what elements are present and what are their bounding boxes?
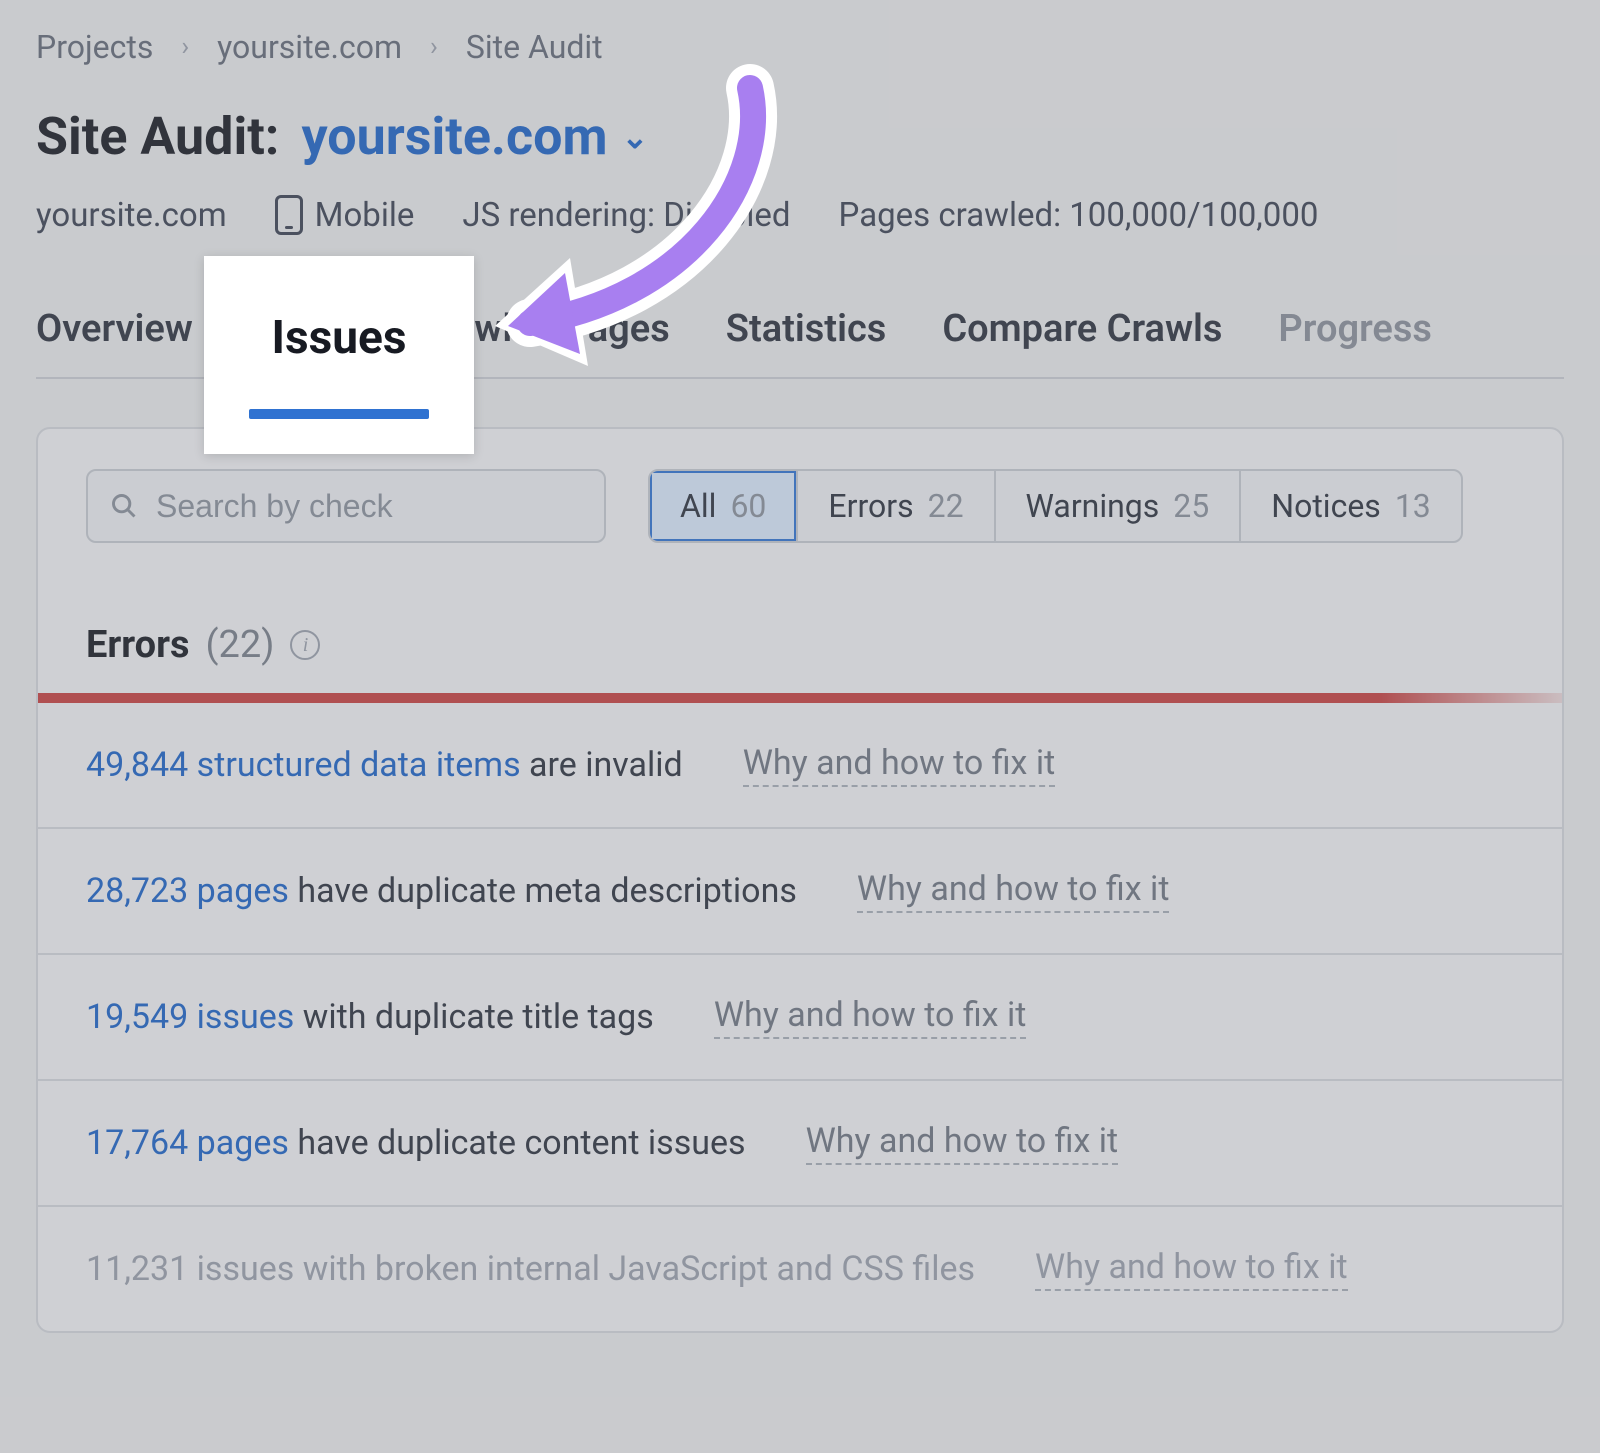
mobile-icon — [275, 195, 303, 235]
page-title: Site Audit: — [36, 106, 279, 167]
highlight-label: Issues — [272, 311, 407, 365]
meta-pages-crawled: Pages crawled: 100,000/100,000 — [839, 196, 1319, 235]
breadcrumb: Projects › yoursite.com › Site Audit — [36, 28, 1564, 66]
issue-link[interactable]: 11,231 issues — [86, 1249, 294, 1289]
filter-all-label: All — [680, 487, 716, 525]
filter-notices-count: 13 — [1395, 487, 1431, 525]
filter-segment: All 60 Errors 22 Warnings 25 Notices 13 — [648, 469, 1463, 543]
search-icon — [110, 492, 138, 520]
filter-errors-label: Errors — [828, 487, 913, 525]
tab-compare-crawls[interactable]: Compare Crawls — [942, 307, 1222, 351]
filter-warnings-count: 25 — [1173, 487, 1209, 525]
issue-link[interactable]: 28,723 pages — [86, 871, 289, 911]
chevron-right-icon: › — [430, 32, 438, 62]
breadcrumb-item[interactable]: yoursite.com — [217, 28, 402, 66]
issue-row: 49,844 structured data items are invalid… — [38, 703, 1562, 829]
errors-section-title: Errors — [86, 623, 190, 667]
annotation-arrow — [440, 58, 800, 388]
chevron-right-icon: › — [181, 32, 189, 62]
breadcrumb-item[interactable]: Projects — [36, 28, 153, 66]
fix-link[interactable]: Why and how to fix it — [806, 1121, 1119, 1165]
tab-progress[interactable]: Progress — [1278, 307, 1432, 351]
filter-all-count: 60 — [730, 487, 766, 525]
filter-all[interactable]: All 60 — [650, 471, 798, 541]
issue-link[interactable]: 17,764 pages — [86, 1123, 289, 1163]
issue-rest: have duplicate content issues — [289, 1123, 746, 1163]
issue-text: 11,231 issues with broken internal JavaS… — [86, 1249, 975, 1289]
search-input[interactable] — [156, 488, 582, 525]
issue-rest: with broken internal JavaScript and CSS … — [294, 1249, 975, 1289]
errors-accent-bar — [38, 693, 1562, 703]
filter-errors[interactable]: Errors 22 — [798, 471, 995, 541]
fix-link[interactable]: Why and how to fix it — [743, 743, 1056, 787]
tab-overview[interactable]: Overview — [36, 307, 193, 351]
errors-section-header: Errors (22) i — [38, 583, 1562, 693]
filter-notices[interactable]: Notices 13 — [1241, 471, 1461, 541]
meta-device-label: Mobile — [315, 196, 415, 235]
filter-warnings-label: Warnings — [1026, 487, 1160, 525]
meta-row: yoursite.com Mobile JS rendering: Disabl… — [36, 195, 1564, 235]
errors-section-count: (22) — [206, 623, 275, 667]
issue-rest: with duplicate title tags — [294, 997, 653, 1037]
page-title-row: Site Audit: yoursite.com ⌄ — [36, 106, 1564, 167]
issue-text: 19,549 issues with duplicate title tags — [86, 997, 654, 1037]
issue-link[interactable]: 49,844 structured data items — [86, 745, 521, 785]
filter-notices-label: Notices — [1271, 487, 1381, 525]
filter-errors-count: 22 — [928, 487, 964, 525]
issue-text: 28,723 pages have duplicate meta descrip… — [86, 871, 797, 911]
filter-warnings[interactable]: Warnings 25 — [996, 471, 1242, 541]
issue-row: 11,231 issues with broken internal JavaS… — [38, 1207, 1562, 1331]
issue-rest: have duplicate meta descriptions — [289, 871, 797, 911]
meta-device: Mobile — [275, 195, 415, 235]
highlight-issues-tab[interactable]: Issues — [204, 256, 474, 454]
fix-link[interactable]: Why and how to fix it — [1035, 1247, 1348, 1291]
issue-row: 19,549 issues with duplicate title tags … — [38, 955, 1562, 1081]
issue-link[interactable]: 19,549 issues — [86, 997, 294, 1037]
fix-link[interactable]: Why and how to fix it — [857, 869, 1170, 913]
issues-panel: All 60 Errors 22 Warnings 25 Notices 13 … — [36, 427, 1564, 1333]
info-icon[interactable]: i — [290, 630, 320, 660]
issue-text: 17,764 pages have duplicate content issu… — [86, 1123, 746, 1163]
meta-domain: yoursite.com — [36, 196, 227, 235]
highlight-underline — [249, 409, 429, 419]
fix-link[interactable]: Why and how to fix it — [714, 995, 1027, 1039]
issue-text: 49,844 structured data items are invalid — [86, 745, 683, 785]
issue-row: 28,723 pages have duplicate meta descrip… — [38, 829, 1562, 955]
issue-row: 17,764 pages have duplicate content issu… — [38, 1081, 1562, 1207]
search-input-wrap[interactable] — [86, 469, 606, 543]
issue-rest: are invalid — [521, 745, 683, 785]
